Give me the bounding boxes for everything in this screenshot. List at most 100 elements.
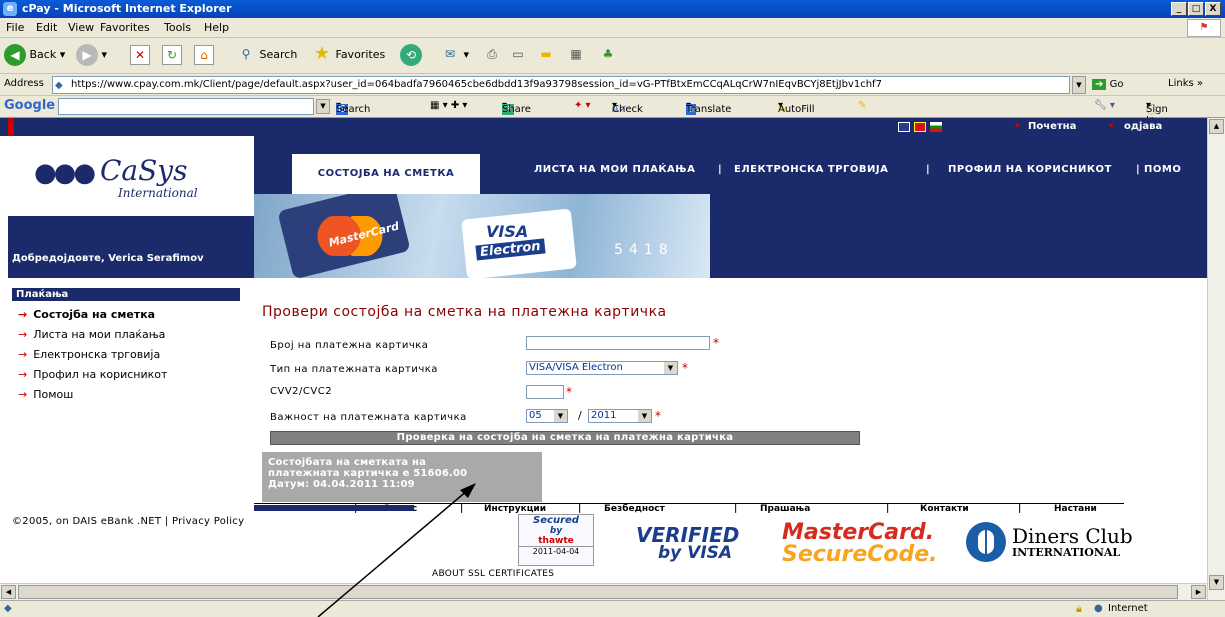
mail-button[interactable]: ✉ ▾ — [440, 42, 469, 68]
menu-tools[interactable]: Tools — [164, 21, 191, 34]
translate-label: Translate — [686, 104, 732, 115]
verified-by-visa-logo[interactable]: VERIFIED by VISA — [636, 525, 739, 562]
vertical-scrollbar[interactable]: ▲ ▼ — [1207, 118, 1225, 600]
share-button[interactable]: ↗ Share ▾ — [502, 100, 531, 115]
nav-profile[interactable]: ПРОФИЛ НА КОРИСНИКОТ — [948, 164, 1112, 175]
home-link[interactable]: Почетна — [1028, 121, 1076, 132]
logout-link[interactable]: одјава — [1124, 121, 1162, 132]
address-input[interactable]: ◆ https://www.cpay.com.mk/Client/page/de… — [52, 76, 1070, 94]
sidebar-item-my-payments[interactable]: → Листа на мои плаќања — [18, 328, 165, 341]
flag-bg-icon[interactable] — [930, 122, 942, 132]
nav-divider: | — [718, 164, 723, 175]
expiry-month-select[interactable]: 05 ▼ — [526, 409, 568, 423]
arrow-icon: → — [18, 368, 28, 381]
nav-my-payments[interactable]: ЛИСТА НА МОИ ПЛАЌАЊА — [534, 164, 695, 175]
logo-sub-text: International — [118, 186, 198, 200]
close-button[interactable]: X — [1205, 2, 1221, 16]
google-dropdown-button[interactable]: ▼ — [316, 99, 330, 114]
maximize-button[interactable]: □ — [1188, 2, 1204, 16]
history-icon: ⟲ — [400, 44, 422, 66]
address-dropdown-button[interactable]: ▼ — [1072, 76, 1086, 94]
thawte-ssl-seal[interactable]: Secured by thawte 2011-04-04 — [518, 514, 594, 566]
footer-link-events[interactable]: Настани — [1054, 504, 1097, 514]
scroll-up-icon[interactable]: ▲ — [1209, 119, 1224, 134]
check-balance-button[interactable]: Проверка на состојба на сметка на платеж… — [270, 431, 860, 445]
menu-favorites[interactable]: Favorites — [100, 21, 150, 34]
nav-account-state[interactable]: СОСТОЈБА НА СМЕТКА — [292, 154, 480, 194]
print-button[interactable]: ⎙ — [482, 42, 502, 68]
scroll-down-icon[interactable]: ▼ — [1209, 575, 1224, 590]
card-number-label: Број на платежна картичка — [270, 340, 429, 351]
go-button[interactable]: ➔ Go — [1092, 76, 1123, 94]
card-number-input[interactable] — [526, 336, 710, 350]
bullet-icon: • — [1108, 121, 1115, 132]
scroll-right-icon[interactable]: ▶ — [1191, 585, 1206, 599]
search-button[interactable]: ⚲ Search — [236, 42, 298, 68]
edit-button[interactable]: ▭ — [508, 42, 528, 68]
search-icon: ⚲ — [241, 47, 251, 61]
sidebar-item-help[interactable]: → Помош — [18, 388, 73, 401]
folder-button[interactable]: ▬ — [536, 42, 556, 68]
home-button[interactable]: ⌂ — [194, 42, 214, 68]
menu-view[interactable]: View — [68, 21, 94, 34]
footer-link-instructions[interactable]: Инструкции — [484, 504, 546, 514]
dropdown-arrow-icon: ▼ — [664, 362, 677, 374]
messenger-button[interactable]: ♣ — [598, 42, 618, 68]
go-label: Go — [1109, 79, 1124, 90]
arrow-icon: → — [18, 328, 28, 341]
minimize-button[interactable]: _ — [1171, 2, 1187, 16]
translate-button[interactable]: a Translate ▾ — [686, 100, 731, 115]
diners-club-logo[interactable]: Diners Club INTERNATIONAL — [966, 520, 1166, 564]
history-button[interactable]: ⟲ — [400, 42, 422, 68]
cvv-input[interactable] — [526, 385, 564, 399]
cvv-label: CVV2/CVC2 — [270, 386, 333, 397]
expiry-year-select[interactable]: 2011 ▼ — [588, 409, 652, 423]
footer-link-faq[interactable]: Прашања — [760, 504, 810, 514]
flag-mk-icon[interactable] — [914, 122, 926, 132]
ssl-about-link[interactable]: ABOUT SSL CERTIFICATES — [432, 569, 554, 579]
expiry-separator: / — [578, 409, 582, 422]
google-search-input[interactable] — [58, 98, 314, 115]
mastercard-securecode-logo[interactable]: MasterCard. SecureCode. — [782, 522, 938, 566]
google-toolbar: Google ▼ G Search ▾ ▦ ▾ ✚ ▾ ↗ Share ▾ ✦ … — [0, 96, 1225, 126]
ssl-brand-text: thawte — [538, 536, 574, 546]
refresh-button[interactable]: ↻ — [162, 42, 182, 68]
sidebar-item-ecommerce[interactable]: → Електронска трговија — [18, 348, 160, 361]
favorites-button[interactable]: ★ Favorites — [312, 42, 385, 68]
scroll-left-icon[interactable]: ◀ — [1, 585, 16, 599]
footer-link-contacts[interactable]: Контакти — [920, 504, 969, 514]
check-label: Check — [612, 104, 643, 115]
autofill-button[interactable]: ✎ AutoFill ▾ — [778, 100, 815, 115]
cards-banner-image: MasterCard VISA Electron 5418 — [254, 194, 710, 278]
autofill-label: AutoFill — [778, 104, 815, 115]
diners-circle-icon — [966, 522, 1006, 562]
flag-en-icon[interactable] — [898, 122, 910, 132]
menu-file[interactable]: File — [6, 21, 24, 34]
google-page-button[interactable]: ▦ ▾ ✚ ▾ — [430, 100, 467, 111]
bookmark-button[interactable]: ✦ ▾ — [574, 100, 591, 111]
menu-help[interactable]: Help — [204, 21, 229, 34]
research-button[interactable]: ▦ — [566, 42, 586, 68]
stop-button[interactable]: ✕ — [130, 42, 150, 68]
nav-ecommerce[interactable]: ЕЛЕКТРОНСКА ТРГОВИЈА — [734, 164, 888, 175]
nav-help[interactable]: ПОМО — [1144, 164, 1181, 175]
google-search-button[interactable]: G Search ▾ — [336, 100, 370, 115]
scroll-thumb[interactable] — [18, 585, 1178, 599]
result-date: Датум: 04.04.2011 11:09 — [268, 479, 415, 490]
casys-logo[interactable]: ●●● CaSys International — [8, 136, 254, 216]
wrench-icon[interactable]: 🔧︎ ▾ — [1094, 100, 1115, 111]
sign-in-button[interactable]: ◯ Sign In ▾ — [1146, 100, 1168, 126]
expiry-label: Важност на платежната картичка — [270, 412, 467, 423]
links-label: Links — [1168, 78, 1194, 89]
highlighter-icon[interactable]: ✎ — [858, 100, 866, 111]
menu-edit[interactable]: Edit — [36, 21, 57, 34]
footer-link-security[interactable]: Безбедност — [604, 504, 665, 514]
links-button[interactable]: Links » — [1168, 78, 1203, 89]
horizontal-scrollbar[interactable]: ◀ ▶ — [0, 583, 1207, 600]
sidebar-item-profile[interactable]: → Профил на корисникот — [18, 368, 167, 381]
back-button[interactable]: ◀ Back ▾ — [4, 42, 65, 68]
card-type-select[interactable]: VISA/VISA Electron ▼ — [526, 361, 678, 375]
forward-button[interactable]: ▶ ▾ — [76, 42, 107, 68]
sidebar-item-account-state[interactable]: → Состојба на сметка — [18, 308, 155, 321]
check-button[interactable]: A✓ Check ▾ — [612, 100, 643, 115]
